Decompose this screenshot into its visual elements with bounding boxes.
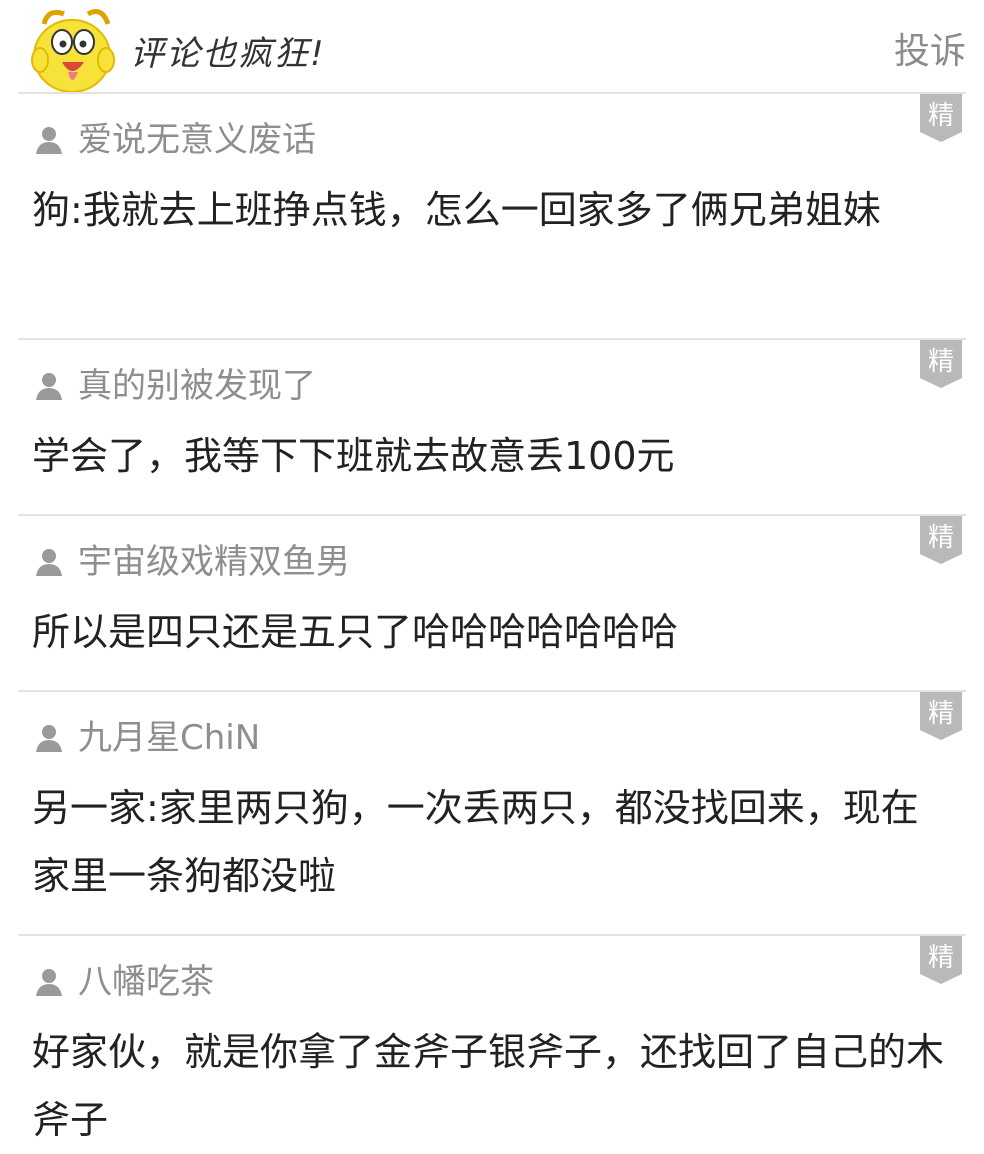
report-button[interactable]: 投诉 bbox=[894, 28, 966, 76]
comments-header: 评论也疯狂! 投诉 bbox=[0, 0, 984, 94]
user-icon bbox=[36, 549, 62, 576]
comment-text: 好家伙，就是你拿了金斧子银斧子，还找回了自己的木斧子 bbox=[32, 1030, 945, 1142]
section-title: 评论也疯狂! bbox=[130, 34, 326, 74]
svg-text:精: 精 bbox=[928, 523, 954, 553]
author-name: 真的别被发现了 bbox=[78, 366, 316, 406]
featured-badge-icon: 精 bbox=[920, 936, 962, 984]
comment-item: 精 九月星ChiN 另一家:家里两只狗，一次丢两只，都没找回来，现在家里一条狗都… bbox=[0, 692, 984, 934]
author-name: 八幡吃茶 bbox=[78, 962, 214, 1002]
mascot-icon bbox=[31, 9, 115, 93]
user-icon bbox=[36, 127, 62, 154]
comment-author[interactable]: 八幡吃茶 bbox=[34, 960, 214, 1004]
user-icon bbox=[36, 725, 62, 752]
author-name: 爱说无意义废话 bbox=[78, 120, 316, 160]
comment-text: 所以是四只还是五只了哈哈哈哈哈哈哈 bbox=[32, 610, 679, 654]
comment-item: 精 真的别被发现了 学会了，我等下下班就去故意丢100元 bbox=[0, 340, 984, 514]
comment-item: 精 爱说无意义废话 狗:我就去上班挣点钱，怎么一回家多了俩兄弟姐妹 bbox=[0, 94, 984, 338]
svg-text:精: 精 bbox=[928, 101, 954, 131]
comment-author[interactable]: 九月星ChiN bbox=[34, 716, 260, 760]
featured-badge-icon: 精 bbox=[920, 692, 962, 740]
featured-badge-icon: 精 bbox=[920, 516, 962, 564]
user-icon bbox=[36, 373, 62, 400]
comment-author[interactable]: 真的别被发现了 bbox=[34, 364, 316, 408]
author-name: 九月星ChiN bbox=[78, 718, 261, 758]
svg-text:精: 精 bbox=[928, 943, 954, 973]
comment-item: 精 八幡吃茶 好家伙，就是你拿了金斧子银斧子，还找回了自己的木斧子 bbox=[0, 936, 984, 1152]
comment-text: 狗:我就去上班挣点钱，怎么一回家多了俩兄弟姐妹 bbox=[32, 188, 881, 232]
author-name: 宇宙级戏精双鱼男 bbox=[78, 542, 350, 582]
comment-author[interactable]: 宇宙级戏精双鱼男 bbox=[34, 540, 350, 584]
featured-badge-icon: 精 bbox=[920, 340, 962, 388]
comment-text: 另一家:家里两只狗，一次丢两只，都没找回来，现在家里一条狗都没啦 bbox=[32, 786, 919, 898]
featured-badge-icon: 精 bbox=[920, 94, 962, 142]
svg-text:精: 精 bbox=[928, 347, 954, 377]
svg-text:精: 精 bbox=[928, 699, 954, 729]
user-icon bbox=[36, 969, 62, 996]
comment-author[interactable]: 爱说无意义废话 bbox=[34, 118, 316, 162]
comment-item: 精 宇宙级戏精双鱼男 所以是四只还是五只了哈哈哈哈哈哈哈 bbox=[0, 516, 984, 690]
comment-text: 学会了，我等下下班就去故意丢100元 bbox=[32, 434, 675, 478]
